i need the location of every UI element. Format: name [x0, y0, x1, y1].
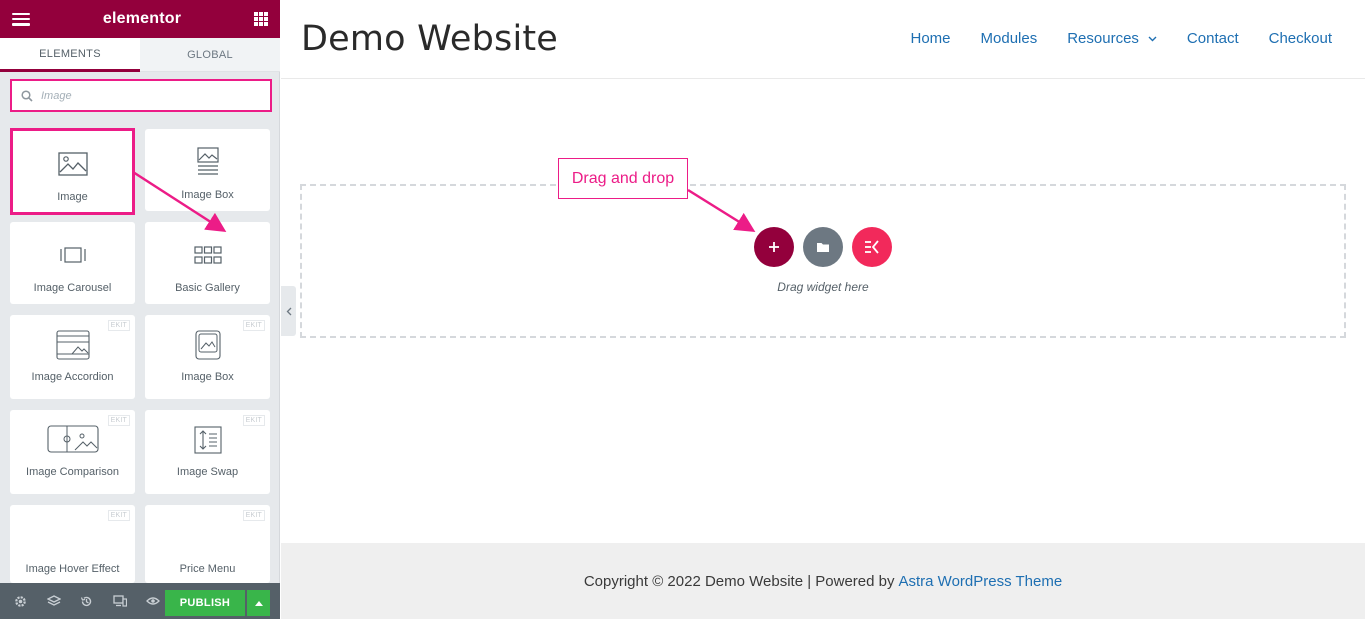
- publish-options-caret-icon[interactable]: [247, 590, 270, 616]
- widget-image-carousel[interactable]: Image Carousel: [10, 222, 135, 304]
- image-accordion-icon: [55, 329, 90, 361]
- site-title[interactable]: Demo Website: [301, 19, 558, 59]
- header-divider: [281, 78, 1365, 79]
- tab-elements[interactable]: ELEMENTS: [0, 38, 140, 72]
- nav-checkout[interactable]: Checkout: [1269, 30, 1332, 47]
- ekit-badge: EKIT: [107, 415, 130, 426]
- image-icon: [57, 149, 88, 179]
- search-icon: [21, 89, 33, 102]
- search-box: [10, 79, 272, 112]
- ekit-badge: EKIT: [242, 415, 265, 426]
- widget-label: Image Hover Effect: [25, 563, 120, 575]
- history-icon[interactable]: [70, 583, 103, 619]
- chevron-down-icon: [1148, 36, 1157, 41]
- widget-image-box[interactable]: Image Box: [145, 129, 270, 211]
- ekit-badge: EKIT: [107, 510, 130, 521]
- search-input[interactable]: [41, 89, 241, 102]
- ekit-badge: EKIT: [242, 320, 265, 331]
- widget-label: Image Box: [181, 371, 234, 383]
- nav-contact[interactable]: Contact: [1187, 30, 1239, 47]
- image-carousel-icon: [59, 240, 87, 270]
- widget-label: Image Box: [181, 189, 234, 201]
- widget-ekit-image-box[interactable]: EKIT Image Box: [145, 315, 270, 399]
- sidebar-header: elementor: [0, 0, 280, 38]
- widget-label: Basic Gallery: [175, 282, 240, 294]
- gallery-grid-icon: [193, 240, 222, 270]
- navigator-layers-icon[interactable]: [37, 583, 70, 619]
- widgets-grid-icon[interactable]: [254, 12, 268, 26]
- publish-button[interactable]: PUBLISH: [165, 590, 245, 616]
- image-box-icon: [196, 147, 219, 177]
- nav-resources-label: Resources: [1067, 30, 1139, 47]
- widget-image-accordion[interactable]: EKIT Image Accordion: [10, 315, 135, 399]
- widget-image[interactable]: Image: [10, 128, 135, 215]
- image-swap-icon: [193, 424, 222, 456]
- image-comparison-icon: [46, 424, 99, 456]
- widget-price-menu[interactable]: EKIT Price Menu: [145, 505, 270, 583]
- widget-label: Image: [57, 191, 88, 203]
- menu-icon[interactable]: [12, 12, 30, 26]
- sidebar-tabs: ELEMENTS GLOBAL: [0, 38, 280, 72]
- widget-basic-gallery[interactable]: Basic Gallery: [145, 222, 270, 304]
- elementskit-logo-icon: [865, 240, 879, 254]
- ekit-image-box-icon: [194, 329, 221, 361]
- collapse-panel-chevron-icon[interactable]: [281, 286, 296, 336]
- settings-gear-icon[interactable]: [4, 583, 37, 619]
- drag-widget-hint: Drag widget here: [777, 280, 869, 294]
- add-section-button[interactable]: [754, 227, 794, 267]
- ekit-badge: EKIT: [242, 510, 265, 521]
- widget-label: Image Accordion: [31, 371, 114, 383]
- site-navigation: Home Modules Resources Contact Checkout: [911, 30, 1333, 47]
- elementor-logo: elementor: [102, 10, 182, 27]
- nav-home[interactable]: Home: [911, 30, 951, 47]
- widget-label: Price Menu: [179, 563, 236, 575]
- responsive-mode-icon[interactable]: [103, 583, 136, 619]
- footer-theme-link[interactable]: Astra WordPress Theme: [899, 573, 1063, 590]
- nav-resources[interactable]: Resources: [1067, 30, 1157, 47]
- ekit-badge: EKIT: [107, 320, 130, 331]
- widget-label: Image Swap: [176, 466, 239, 478]
- tab-global[interactable]: GLOBAL: [140, 38, 280, 72]
- widget-label: Image Carousel: [33, 282, 112, 294]
- widget-image-comparison[interactable]: EKIT Image Comparison: [10, 410, 135, 494]
- annotation-callout: Drag and drop: [558, 158, 688, 199]
- site-footer: Copyright © 2022 Demo Website | Powered …: [281, 543, 1365, 619]
- widget-image-swap[interactable]: EKIT Image Swap: [145, 410, 270, 494]
- editor-sidebar: elementor ELEMENTS GLOBAL Image Image Bo…: [0, 0, 280, 619]
- folder-icon: [817, 243, 829, 252]
- nav-modules[interactable]: Modules: [981, 30, 1038, 47]
- plus-icon: [769, 242, 779, 252]
- add-template-button[interactable]: [803, 227, 843, 267]
- widget-label: Image Comparison: [26, 466, 119, 478]
- widget-image-hover-effect[interactable]: EKIT Image Hover Effect: [10, 505, 135, 583]
- footer-copyright: Copyright © 2022 Demo Website | Powered …: [583, 572, 895, 590]
- elementskit-library-button[interactable]: [852, 227, 892, 267]
